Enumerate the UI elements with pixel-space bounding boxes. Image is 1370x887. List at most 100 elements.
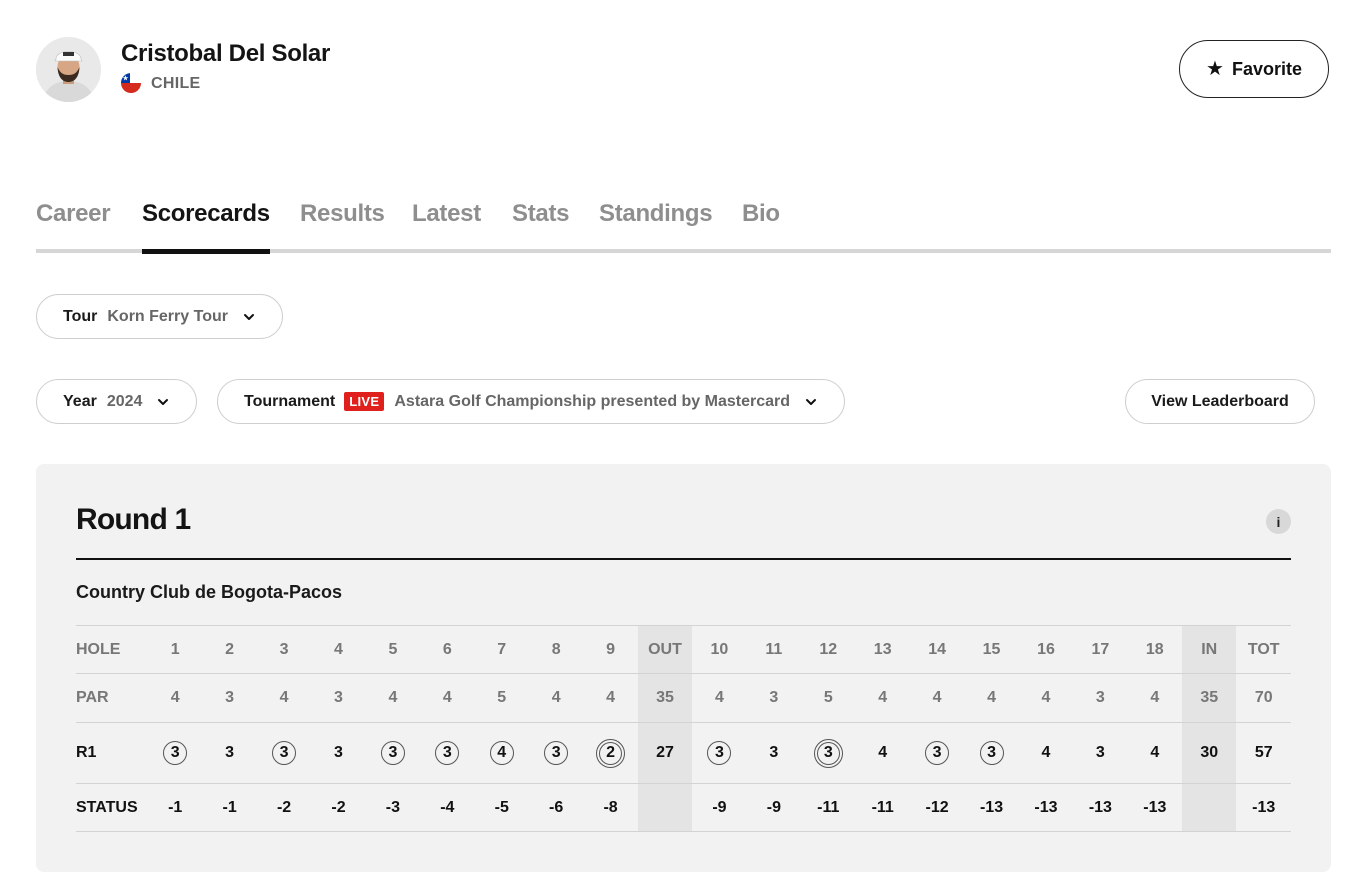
score-cell: -8	[583, 783, 638, 832]
score-cell: 3	[256, 722, 312, 784]
birdie-circle: 3	[925, 741, 950, 765]
birdie-circle: 3	[707, 741, 732, 765]
score-cell: 1	[148, 625, 203, 674]
player-avatar	[36, 37, 101, 102]
birdie-circle: 3	[380, 741, 405, 765]
score-cell: 27	[637, 722, 693, 784]
score-cell: 5	[474, 673, 529, 723]
year-select-label: Year	[63, 392, 97, 410]
score-cell: -11	[801, 783, 856, 832]
score-cell: -3	[365, 783, 421, 832]
player-country: CHILE	[151, 75, 201, 92]
row-label: HOLE	[76, 625, 148, 674]
score-cell: 3	[1073, 722, 1128, 784]
view-leaderboard-button[interactable]: View Leaderboard	[1125, 379, 1315, 424]
chevron-down-icon	[242, 310, 256, 324]
score-cell: -13	[1073, 783, 1128, 832]
row-label: PAR	[76, 673, 148, 723]
favorite-label: Favorite	[1231, 58, 1302, 79]
birdie-circle: 4	[489, 741, 514, 765]
birdie-circle: 3	[163, 741, 188, 765]
score-cell: 35	[1182, 673, 1237, 723]
chile-flag-icon	[121, 73, 141, 93]
tab-results[interactable]: Results	[300, 200, 385, 228]
score-cell: 4	[692, 673, 747, 723]
score-cell: -9	[692, 783, 747, 832]
live-badge: LIVE	[344, 392, 385, 411]
tab-standings[interactable]: Standings	[599, 200, 713, 228]
tour-select[interactable]: Tour Korn Ferry Tour	[36, 294, 283, 339]
tab-scorecards[interactable]: Scorecards	[142, 200, 270, 228]
score-cell: 57	[1236, 722, 1291, 784]
favorite-button[interactable]: ★ Favorite	[1179, 40, 1329, 98]
score-cell: 3	[746, 673, 802, 723]
score-cell: 11	[746, 625, 802, 674]
score-cell: 18	[1127, 625, 1183, 674]
birdie-circle: 3	[272, 741, 297, 765]
tab-career[interactable]: Career	[36, 200, 111, 228]
birdie-circle: 3	[979, 741, 1004, 765]
score-cell: 35	[637, 673, 693, 723]
scorecard-row-header: HOLE 1 2 3 4 5 6 7 8 9 OUT 10 11 12 13 14 15 16 17 18 IN TOT	[76, 625, 1291, 674]
tour-select-label: Tour	[63, 307, 98, 325]
tournament-select-value: Astara Golf Championship presented by Ma…	[394, 392, 791, 410]
eagle-score: 3	[816, 741, 840, 765]
score-cell: 4	[1127, 673, 1183, 723]
score-cell: -1	[148, 783, 203, 832]
birdie-circle: 3	[435, 741, 460, 765]
score-cell: 7	[474, 625, 529, 674]
score-cell	[1182, 783, 1237, 832]
score-cell: 13	[855, 625, 910, 674]
profile-tabs: Career Scorecards Results Latest Stats S…	[36, 200, 1331, 254]
row-label: R1	[76, 722, 148, 784]
year-select[interactable]: Year 2024	[36, 379, 198, 424]
score-cell: 8	[528, 625, 584, 674]
tournament-select[interactable]: Tournament LIVE Astara Golf Championship…	[217, 379, 846, 424]
birdie-circle: 3	[544, 741, 569, 765]
score-cell: 3	[692, 722, 747, 784]
scorecard-row-status: STATUS -1 -1 -2 -2 -3 -4 -5 -6 -8 -9 -9 -11 -11 -12 -13…	[76, 783, 1291, 832]
tab-bio[interactable]: Bio	[742, 200, 780, 228]
score-cell: -5	[474, 783, 529, 832]
score-cell: 5	[365, 625, 421, 674]
round-divider	[76, 558, 1291, 560]
score-cell: 4	[528, 673, 584, 723]
score-cell: -13	[1127, 783, 1183, 832]
score-cell: 4	[909, 673, 965, 723]
scorecard-table: HOLE 1 2 3 4 5 6 7 8 9 OUT 10 11 12 13 14 15 16 17 18 IN TOT P…	[76, 625, 1291, 832]
score-cell: 2	[583, 722, 638, 784]
eagle-score: 2	[599, 741, 623, 765]
active-tab-indicator	[142, 249, 270, 254]
score-cell: 3	[1073, 673, 1128, 723]
chevron-down-icon	[804, 395, 818, 409]
score-cell: TOT	[1236, 625, 1291, 674]
score-cell: 3	[420, 722, 475, 784]
score-cell: 3	[148, 722, 203, 784]
eagle-double-circle: 3	[813, 738, 843, 768]
score-cell: 4	[1127, 722, 1183, 784]
score-cell: -1	[202, 783, 257, 832]
round-title: Round 1	[76, 503, 191, 536]
score-cell: 3	[202, 673, 257, 723]
score-cell: 4	[148, 673, 203, 723]
info-icon[interactable]: i	[1266, 509, 1291, 534]
score-cell: 3	[202, 722, 257, 784]
star-icon: ★	[1206, 58, 1224, 80]
chevron-down-icon	[156, 395, 170, 409]
tab-stats[interactable]: Stats	[512, 200, 570, 228]
score-cell: 4	[855, 673, 910, 723]
score-cell: 4	[365, 673, 421, 723]
score-cell: 3	[801, 722, 856, 784]
year-select-value: 2024	[106, 392, 143, 410]
score-cell: 6	[420, 625, 475, 674]
score-cell: 4	[855, 722, 910, 784]
score-cell: -4	[420, 783, 475, 832]
score-cell: 17	[1073, 625, 1128, 674]
score-cell: 2	[202, 625, 257, 674]
score-cell: IN	[1182, 625, 1237, 674]
row-label: STATUS	[76, 783, 148, 832]
score-cell: 3	[964, 722, 1019, 784]
player-name: Cristobal Del Solar	[121, 40, 331, 67]
tab-latest[interactable]: Latest	[412, 200, 481, 228]
scorecard-row-par: PAR 4 3 4 3 4 4 5 4 4 35 4 3 5 4 4 4 4 3 4 35 70	[76, 673, 1291, 723]
